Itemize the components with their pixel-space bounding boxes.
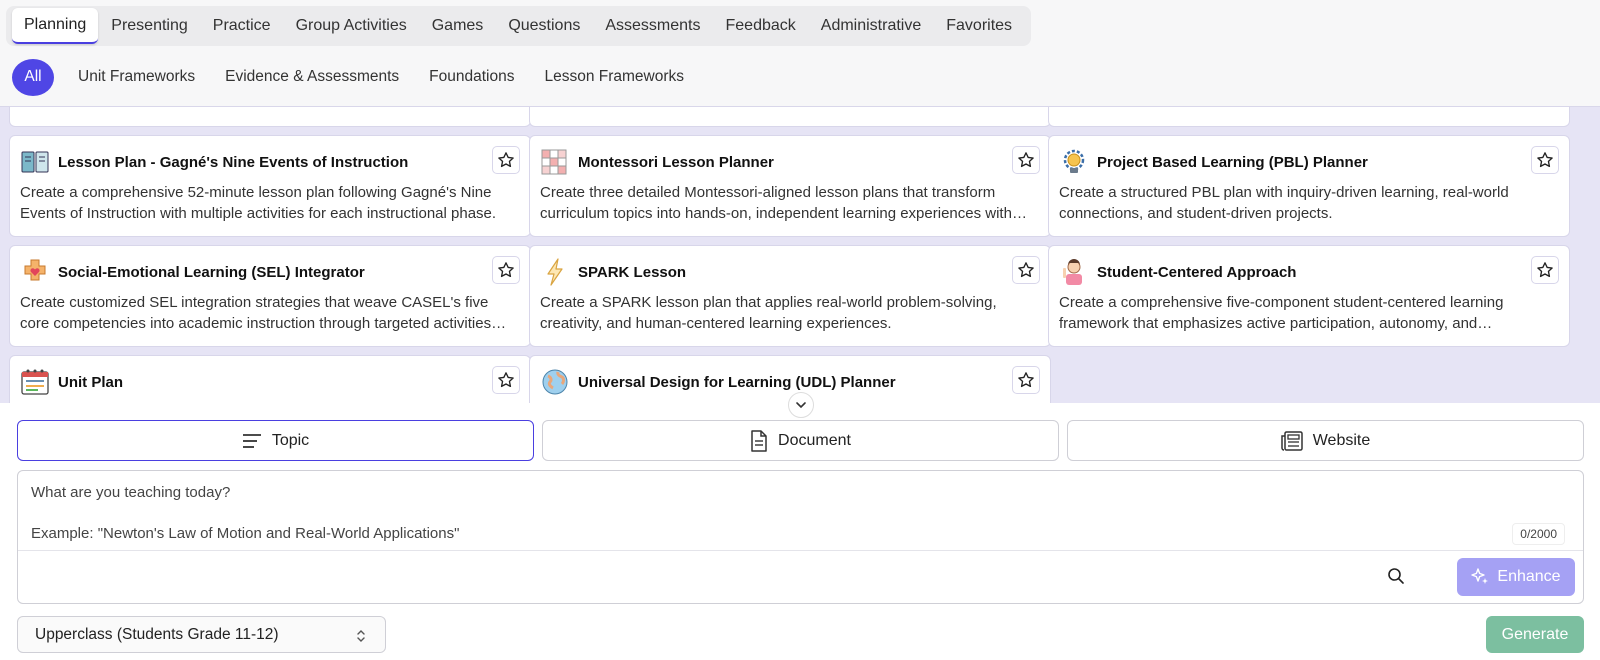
tool-card[interactable] [1048, 107, 1570, 127]
source-topic-button[interactable]: Topic [17, 420, 534, 461]
tab-presenting[interactable]: Presenting [99, 9, 200, 43]
tool-card-spark[interactable]: SPARK Lesson Create a SPARK lesson plan … [529, 245, 1051, 347]
source-document-label: Document [778, 431, 851, 449]
tool-card-sel[interactable]: Social-Emotional Learning (SEL) Integrat… [9, 245, 531, 347]
subcategory-filters: All Unit Frameworks Evidence & Assessmen… [12, 58, 700, 96]
book-icon [20, 148, 50, 176]
star-icon [1537, 152, 1553, 168]
search-icon[interactable] [1387, 567, 1405, 590]
filter-unit-frameworks[interactable]: Unit Frameworks [64, 60, 209, 94]
card-description: Create customized SEL integration strate… [20, 294, 492, 332]
source-website-button[interactable]: Website [1067, 420, 1584, 461]
star-icon [1537, 262, 1553, 278]
generator-panel: Topic Document Website What are you teac… [0, 403, 1600, 660]
tab-games[interactable]: Games [420, 9, 496, 43]
card-title: Lesson Plan - Gagné's Nine Events of Ins… [58, 153, 409, 171]
card-title: Student-Centered Approach [1097, 263, 1297, 281]
tool-card-student-centered[interactable]: Student-Centered Approach Create a compr… [1048, 245, 1570, 347]
card-description: Create a comprehensive 52-minute lesson … [20, 184, 497, 222]
input-divider [18, 550, 1583, 551]
favorite-star-button[interactable] [1012, 256, 1040, 284]
favorite-star-button[interactable] [1012, 146, 1040, 174]
filter-lesson-frameworks[interactable]: Lesson Frameworks [530, 60, 698, 94]
source-website-label: Website [1312, 431, 1371, 449]
heart-puzzle-icon [20, 258, 50, 286]
filter-foundations[interactable]: Foundations [415, 60, 528, 94]
tool-card-unit-plan[interactable]: Unit Plan [9, 355, 531, 403]
student-icon [1059, 258, 1089, 286]
enhance-label: Enhance [1497, 568, 1561, 585]
tool-card-gagne[interactable]: Lesson Plan - Gagné's Nine Events of Ins… [9, 135, 531, 237]
card-description: Create a structured PBL plan with inquir… [1059, 184, 1509, 222]
filter-all[interactable]: All [12, 58, 54, 96]
lightbulb-icon [1059, 148, 1089, 176]
newspaper-icon [1280, 430, 1303, 451]
star-icon [1018, 372, 1034, 388]
tab-administrative[interactable]: Administrative [809, 9, 933, 43]
globe-icon [540, 368, 570, 396]
star-icon [1018, 262, 1034, 278]
tab-assessments[interactable]: Assessments [593, 9, 712, 43]
category-tabs: Planning Presenting Practice Group Activ… [6, 6, 1032, 46]
document-icon [751, 429, 767, 452]
source-topic-label: Topic [271, 431, 310, 449]
source-document-button[interactable]: Document [542, 420, 1059, 461]
grade-level-select[interactable]: Upperclass (Students Grade 11-12) [17, 616, 386, 653]
card-title: Unit Plan [58, 373, 124, 391]
tab-questions[interactable]: Questions [496, 9, 592, 43]
card-title: Universal Design for Learning (UDL) Plan… [578, 373, 896, 391]
star-icon [1018, 152, 1034, 168]
tab-feedback[interactable]: Feedback [714, 9, 808, 43]
sparkle-icon [1471, 568, 1489, 584]
tool-card-pbl[interactable]: Project Based Learning (PBL) Planner Cre… [1048, 135, 1570, 237]
topic-input-placeholder: What are you teaching today? Example: "N… [31, 484, 460, 542]
star-icon [498, 152, 514, 168]
filter-evidence-assessments[interactable]: Evidence & Assessments [211, 60, 413, 94]
collapse-grid-button[interactable] [788, 392, 814, 418]
tool-card[interactable] [9, 107, 531, 127]
tab-favorites[interactable]: Favorites [934, 9, 1024, 43]
star-icon [498, 372, 514, 388]
generate-button[interactable]: Generate [1486, 616, 1584, 653]
card-description: Create a comprehensive five-component st… [1059, 294, 1504, 332]
card-description: Create three detailed Montessori-aligned… [540, 184, 1012, 222]
favorite-star-button[interactable] [1012, 366, 1040, 394]
card-description: Create a SPARK lesson plan that applies … [540, 294, 997, 332]
favorite-star-button[interactable] [1531, 146, 1559, 174]
favorite-star-button[interactable] [492, 146, 520, 174]
grid-blocks-icon [540, 148, 570, 176]
enhance-button[interactable]: Enhance [1457, 558, 1575, 596]
tool-card-grid: Lesson Plan - Gagné's Nine Events of Ins… [0, 106, 1600, 403]
tab-group-activities[interactable]: Group Activities [284, 9, 419, 43]
grade-level-value: Upperclass (Students Grade 11-12) [35, 625, 279, 643]
card-title: Project Based Learning (PBL) Planner [1097, 153, 1368, 171]
tab-practice[interactable]: Practice [201, 9, 283, 43]
favorite-star-button[interactable] [492, 256, 520, 284]
card-title: Social-Emotional Learning (SEL) Integrat… [58, 263, 365, 281]
star-icon [498, 262, 514, 278]
chevron-down-icon [796, 402, 806, 409]
lightning-icon [540, 258, 570, 286]
card-title: Montessori Lesson Planner [578, 153, 774, 171]
topic-input[interactable]: What are you teaching today? Example: "N… [17, 470, 1584, 604]
calendar-book-icon [20, 368, 50, 396]
card-title: SPARK Lesson [578, 263, 687, 281]
favorite-star-button[interactable] [1531, 256, 1559, 284]
tab-planning[interactable]: Planning [12, 8, 99, 44]
character-counter: 0/2000 [1512, 523, 1565, 545]
favorite-star-button[interactable] [492, 366, 520, 394]
tool-card-montessori[interactable]: Montessori Lesson Planner Create three d… [529, 135, 1051, 237]
lines-icon [242, 433, 261, 448]
chevron-up-down-icon [357, 630, 365, 642]
tool-card[interactable] [529, 107, 1051, 127]
